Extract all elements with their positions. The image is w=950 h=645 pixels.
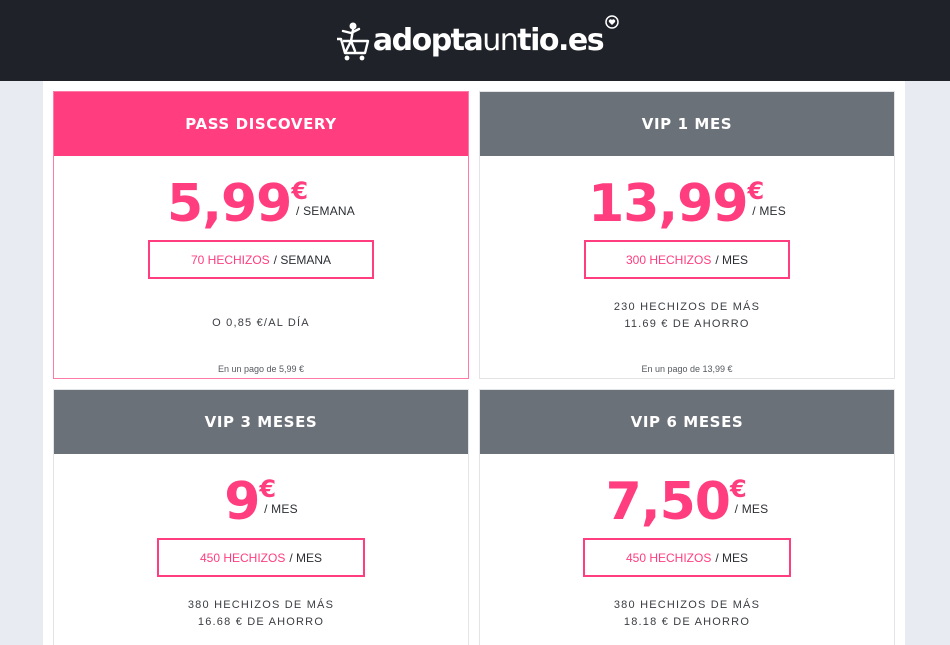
currency-symbol: €: [259, 475, 277, 503]
plan-title: VIP 1 MES: [480, 92, 894, 156]
price-row: 7,50 € / MES: [480, 472, 894, 538]
price-period: / MES: [752, 204, 786, 218]
payment-note: En un pago de 13,99 €: [641, 364, 733, 374]
plan-card-vip-1-mes[interactable]: VIP 1 MES 13,99 € / MES 300 HECHIZOS / M…: [479, 91, 895, 379]
brand-bold: adopta: [372, 23, 484, 58]
spells-period: / MES: [715, 550, 749, 565]
currency-symbol: €: [291, 177, 309, 205]
spells-count: 70 HECHIZOS: [190, 252, 270, 267]
plan-info: 380 HECHIZOS DE MÁS 16.68 € DE AHORRO: [54, 597, 468, 631]
spells-count: 450 HECHIZOS: [199, 550, 286, 565]
info-line-1: O 0,85 €/AL DÍA: [212, 317, 310, 329]
currency-symbol: €: [747, 177, 765, 205]
info-line-1: 380 HECHIZOS DE MÁS: [613, 599, 761, 611]
spells-box: 450 HECHIZOS / MES: [583, 538, 791, 577]
info-line-2: 11.69 € DE AHORRO: [624, 318, 750, 330]
info-line-1: 230 HECHIZOS DE MÁS: [613, 301, 761, 313]
plan-card-vip-3-meses[interactable]: VIP 3 MESES 9 € / MES 450 HECHIZOS / MES…: [53, 389, 469, 645]
price-row: 13,99 € / MES: [480, 174, 894, 240]
plan-info: 380 HECHIZOS DE MÁS 18.18 € DE AHORRO: [480, 597, 894, 631]
plan-info: 230 HECHIZOS DE MÁS 11.69 € DE AHORRO: [480, 299, 894, 333]
plan-title: PASS DISCOVERY: [54, 92, 468, 156]
brand-end: tio.es: [517, 23, 604, 58]
info-line-2: 16.68 € DE AHORRO: [197, 616, 325, 628]
price-value: 13,99: [588, 174, 748, 234]
brand-name: adopta un tio.es: [372, 23, 605, 58]
spells-period: / MES: [715, 252, 749, 267]
plan-card-vip-6-meses[interactable]: VIP 6 MESES 7,50 € / MES 450 HECHIZOS / …: [479, 389, 895, 645]
heart-circle-icon: [605, 14, 619, 29]
price-value: 9: [224, 472, 260, 532]
plan-title: VIP 6 MESES: [480, 390, 894, 454]
price-value: 7,50: [605, 472, 731, 532]
currency-symbol: €: [729, 475, 747, 503]
spells-box: 300 HECHIZOS / MES: [584, 240, 790, 279]
price-period: / SEMANA: [296, 204, 355, 218]
brand-light: un: [482, 23, 519, 58]
plans-panel: PASS DISCOVERY 5,99 € / SEMANA 70 HECHIZ…: [43, 81, 905, 645]
spells-box: 450 HECHIZOS / MES: [157, 538, 365, 577]
site-logo[interactable]: adopta un tio.es: [331, 14, 619, 61]
price-period: / MES: [264, 502, 298, 516]
info-line-2: 18.18 € DE AHORRO: [623, 616, 751, 628]
plan-title: VIP 3 MESES: [54, 390, 468, 454]
price-period: / MES: [734, 502, 769, 516]
spells-count: 300 HECHIZOS: [625, 252, 712, 267]
price-row: 9 € / MES: [54, 472, 468, 538]
price-value: 5,99: [167, 174, 292, 234]
shopping-cart-figure-icon: [336, 22, 370, 60]
top-header: adopta un tio.es: [0, 0, 950, 81]
spells-count: 450 HECHIZOS: [625, 550, 712, 565]
payment-note: En un pago de 5,99 €: [217, 364, 305, 374]
spells-period: / MES: [289, 550, 323, 565]
spells-period: / SEMANA: [273, 252, 332, 267]
price-row: 5,99 € / SEMANA: [54, 174, 468, 240]
spells-box: 70 HECHIZOS / SEMANA: [148, 240, 374, 279]
plan-info: O 0,85 €/AL DÍA: [54, 315, 468, 332]
plan-card-pass-discovery[interactable]: PASS DISCOVERY 5,99 € / SEMANA 70 HECHIZ…: [53, 91, 469, 379]
info-line-1: 380 HECHIZOS DE MÁS: [187, 599, 335, 611]
